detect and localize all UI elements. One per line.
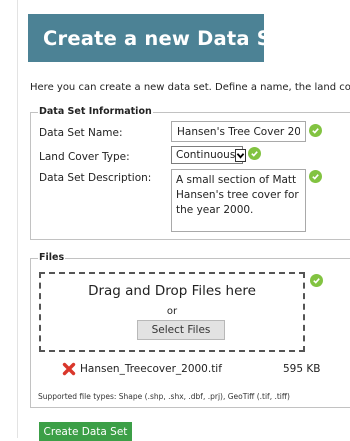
intro-text: Here you can create a new data set. Defi… <box>30 82 350 93</box>
files-valid-check-icon <box>310 274 323 287</box>
description-valid-check-icon <box>309 170 322 183</box>
land-cover-type-label: Land Cover Type: <box>39 151 130 163</box>
supported-file-types: Supported file types: Shape (.shp, .shx,… <box>38 392 290 401</box>
data-set-description-textarea[interactable]: A small section of Matt Hansen's tree co… <box>171 169 306 232</box>
section-legend-info: Data Set Information <box>38 105 153 119</box>
data-set-name-input[interactable] <box>171 121 306 142</box>
select-files-button[interactable]: Select Files <box>137 320 225 340</box>
land-cover-type-value: Continuous <box>176 149 236 161</box>
section-legend-files: Files <box>38 251 66 265</box>
drop-zone-title: Drag and Drop Files here <box>88 283 256 299</box>
data-set-name-label: Data Set Name: <box>39 127 123 139</box>
uploaded-file-size: 595 KB <box>283 363 321 375</box>
land-cover-valid-check-icon <box>248 147 261 160</box>
page-title-banner: Create a new Data Set <box>28 14 294 62</box>
create-data-set-button[interactable]: Create Data Set <box>39 422 132 441</box>
chevron-down-icon[interactable] <box>235 148 247 162</box>
land-cover-type-select[interactable]: Continuous <box>171 146 247 164</box>
page-title: Create a new Data Set <box>43 26 294 50</box>
drop-zone-or: or <box>166 306 178 317</box>
name-valid-check-icon <box>309 124 322 137</box>
uploaded-file-name: Hansen_Treecover_2000.tif <box>80 363 222 375</box>
file-drop-zone[interactable]: Drag and Drop Files here or Select Files <box>39 272 305 352</box>
data-set-description-label: Data Set Description: <box>39 172 152 184</box>
page-left-border <box>17 0 18 438</box>
remove-file-red-x-icon[interactable] <box>62 362 76 376</box>
